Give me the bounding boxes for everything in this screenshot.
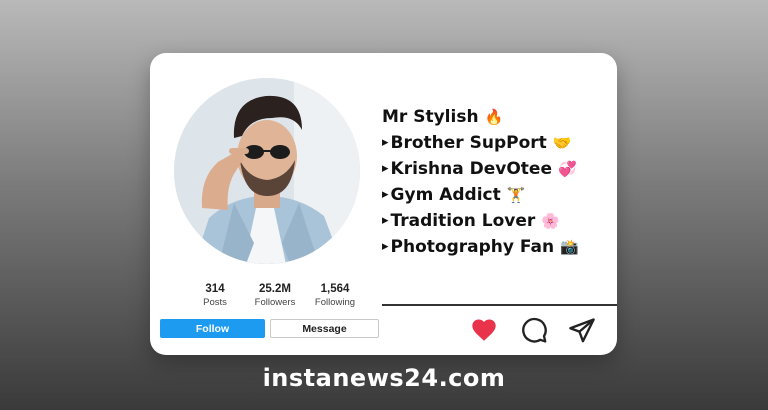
bio-text: Photography Fan <box>390 237 555 257</box>
bullet-icon: ▸ <box>382 187 389 202</box>
follow-button[interactable]: Follow <box>160 319 265 338</box>
profile-stats: 314 Posts 25.2M Followers 1,564 Followin… <box>190 282 360 312</box>
bullet-icon: ▸ <box>382 135 389 150</box>
comment-button[interactable] <box>520 316 548 344</box>
like-button[interactable] <box>470 316 498 344</box>
stat-value: 1,564 <box>320 283 350 295</box>
stat-posts[interactable]: 314 Posts <box>190 282 240 312</box>
bio-text: Krishna DevOtee <box>390 159 552 179</box>
profile-card: 314 Posts 25.2M Followers 1,564 Followin… <box>150 53 617 355</box>
bio-text: Brother SupPort <box>390 133 547 153</box>
stat-label: Posts <box>203 297 227 308</box>
share-button[interactable] <box>568 316 596 344</box>
bio-line: ▸ Photography Fan 📸 <box>382 234 612 260</box>
stat-label: Following <box>314 297 356 308</box>
site-watermark: instanews24.com <box>262 364 506 392</box>
bullet-icon: ▸ <box>382 239 389 254</box>
profile-avatar[interactable] <box>174 78 360 264</box>
bio-line: Mr Stylish 🔥 <box>382 104 612 130</box>
heart-icon <box>472 319 496 341</box>
bullet-icon: ▸ <box>382 213 389 228</box>
stat-following[interactable]: 1,564 Following <box>310 282 360 312</box>
blossom-icon: 🌸 <box>541 212 560 230</box>
comment-icon <box>522 317 547 343</box>
bio-text: Tradition Lover <box>390 211 536 231</box>
share-icon <box>569 318 595 343</box>
bio-line: ▸ Tradition Lover 🌸 <box>382 208 612 234</box>
message-button[interactable]: Message <box>270 319 379 338</box>
stat-followers[interactable]: 25.2M Followers <box>250 282 300 312</box>
bio-line: ▸ Gym Addict 🏋 <box>382 182 612 208</box>
stat-value: 25.2M <box>259 283 291 295</box>
divider <box>382 304 617 306</box>
bio-text: Gym Addict <box>390 185 501 205</box>
avatar-photo <box>174 78 360 264</box>
bio-line: ▸ Brother SupPort 🤝 <box>382 130 612 156</box>
bullet-icon: ▸ <box>382 161 389 176</box>
camera-icon: 📸 <box>560 238 579 256</box>
bio-line: ▸ Krishna DevOtee 💞 <box>382 156 612 182</box>
weightlifter-icon: 🏋 <box>506 186 526 204</box>
handshake-icon: 🤝 <box>552 134 572 152</box>
stat-value: 314 <box>205 283 225 295</box>
stat-label: Followers <box>254 297 296 308</box>
fire-icon: 🔥 <box>484 108 504 126</box>
bio-text: Mr Stylish <box>382 107 479 127</box>
bio-section: Mr Stylish 🔥 ▸ Brother SupPort 🤝 ▸ Krish… <box>382 104 612 260</box>
hearts-icon: 💞 <box>558 160 577 178</box>
